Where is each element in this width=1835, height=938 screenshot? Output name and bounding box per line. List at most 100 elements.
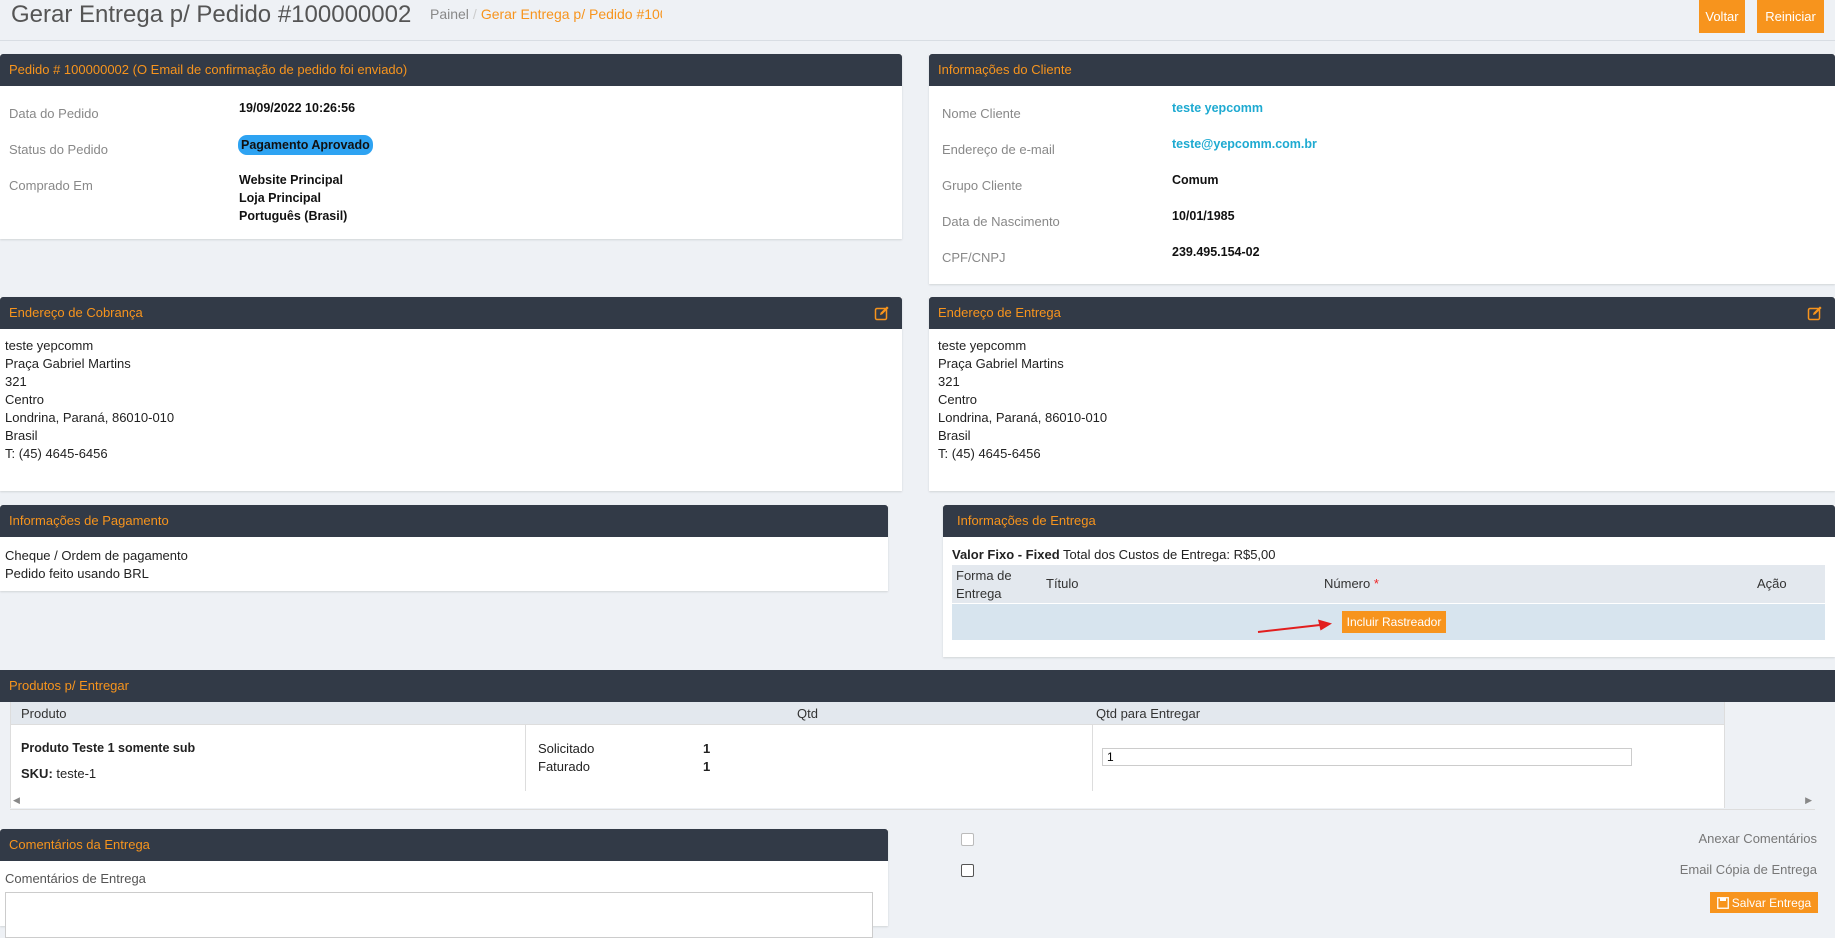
customer-cpf-label: CPF/CNPJ <box>942 250 1006 265</box>
address-line: Brasil <box>5 428 38 443</box>
billing-address-title: Endereço de Cobrança <box>9 305 143 320</box>
address-line: teste yepcomm <box>5 338 94 353</box>
required-mark: * <box>1373 576 1379 591</box>
append-comments-checkbox[interactable] <box>961 833 974 846</box>
address-line: teste yepcomm <box>938 338 1027 353</box>
requested-value: 1 <box>703 741 711 756</box>
save-shipment-label: Salvar Entrega <box>1731 895 1812 910</box>
customer-panel-heading: Informações do Cliente <box>929 54 1835 86</box>
products-table-header: Produto Qtd Qtd para Entregar <box>11 702 1724 725</box>
customer-panel: Informações do Cliente Nome Cliente test… <box>929 54 1835 284</box>
customer-name-link[interactable]: teste yepcomm <box>1172 99 1263 117</box>
address-line: T: (45) 4645-6456 <box>5 446 108 461</box>
col-qty-ship: Qtd para Entregar <box>1096 706 1201 721</box>
billing-address-heading: Endereço de Cobrança <box>0 297 902 329</box>
invoiced-label: Faturado <box>538 759 591 774</box>
order-panel: Pedido # 100000002 (O Email de confirmaç… <box>0 54 902 239</box>
save-shipment-button[interactable]: Salvar Entrega <box>1710 892 1818 913</box>
customer-dob-value: 10/01/1985 <box>1172 209 1235 223</box>
col-product: Produto <box>21 706 67 721</box>
column-divider <box>1092 725 1093 791</box>
address-line: Londrina, Paraná, 86010-010 <box>5 410 175 425</box>
products-heading: Produtos p/ Entregar <box>0 670 1835 702</box>
address-line: Praça Gabriel Martins <box>938 356 1064 371</box>
payment-method-text: Cheque / Ordem de pagamento Pedido feito… <box>5 547 188 583</box>
red-arrow <box>1257 619 1332 633</box>
col-qty: Qtd <box>797 706 818 721</box>
product-name: Produto Teste 1 somente sub <box>21 741 196 755</box>
requested-label: Solicitado <box>538 741 595 756</box>
shipping-method-line: Valor Fixo - Fixed Total dos Custos de E… <box>952 547 1276 562</box>
add-tracker-button[interactable]: Incluir Rastreador <box>1342 611 1446 633</box>
shipping-address-title: Endereço de Entrega <box>938 305 1061 320</box>
sku-value: teste-1 <box>56 766 97 781</box>
payment-panel: Informações de Pagamento Cheque / Ordem … <box>0 505 888 591</box>
col-action: Ação <box>1757 576 1787 591</box>
scroll-right-icon[interactable]: ▶ <box>1805 795 1812 806</box>
customer-dob-label: Data de Nascimento <box>942 214 1060 229</box>
customer-cpf-value: 239.495.154-02 <box>1172 245 1260 259</box>
breadcrumb-home[interactable]: Painel <box>430 6 469 22</box>
customer-name-label: Nome Cliente <box>942 106 1021 121</box>
column-divider <box>525 725 526 791</box>
header-divider <box>0 40 1835 41</box>
address-line: Londrina, Paraná, 86010-010 <box>938 410 1108 425</box>
email-copy-label: Email Cópia de Entrega <box>1679 862 1817 877</box>
shipping-address-panel: Endereço de Entrega teste yepcomm Praça … <box>929 297 1835 491</box>
invoiced-value: 1 <box>703 759 711 774</box>
save-icon <box>1716 896 1729 909</box>
order-date-label: Data do Pedido <box>9 106 99 121</box>
billing-address-panel: Endereço de Cobrança teste yepcomm Praça… <box>0 297 902 491</box>
address-line: 321 <box>5 374 27 389</box>
breadcrumb: Painel/Gerar Entrega p/ Pedido #10000000… <box>430 6 662 22</box>
col-carrier: Forma de Entrega <box>956 568 1012 601</box>
edit-icon[interactable] <box>1807 305 1823 321</box>
breadcrumb-current: Gerar Entrega p/ Pedido #100000002 <box>480 6 662 22</box>
payment-method: Cheque / Ordem de pagamento <box>5 548 188 563</box>
shipping-info-heading: Informações de Entrega <box>943 505 1835 537</box>
order-status-badge: Pagamento Aprovado <box>238 135 373 155</box>
qty-to-ship-input[interactable] <box>1102 748 1632 766</box>
purchased-website: Website Principal <box>239 173 343 187</box>
address-line: Brasil <box>938 428 971 443</box>
table-row: Produto Teste 1 somente sub SKU: teste-1… <box>11 725 1724 791</box>
customer-group-value: Comum <box>1172 173 1219 187</box>
order-panel-heading: Pedido # 100000002 (O Email de confirmaç… <box>0 54 902 86</box>
billing-address-text: teste yepcomm Praça Gabriel Martins 321 … <box>5 337 174 463</box>
purchased-store: Loja Principal <box>239 191 321 205</box>
comments-panel: Comentários da Entrega Comentários de En… <box>0 829 888 938</box>
back-button[interactable]: Voltar <box>1699 0 1745 33</box>
reset-button[interactable]: Reiniciar <box>1757 0 1824 33</box>
shipping-address-heading: Endereço de Entrega <box>929 297 1835 329</box>
col-number-label: Número <box>1324 576 1371 591</box>
comments-heading: Comentários da Entrega <box>0 829 888 861</box>
customer-email-link[interactable]: teste@yepcomm.com.br <box>1172 135 1317 153</box>
scroll-left-icon[interactable]: ◀ <box>13 795 20 806</box>
address-line: Praça Gabriel Martins <box>5 356 131 371</box>
shipping-method: Valor Fixo - Fixed <box>952 547 1060 562</box>
shipping-total: Total dos Custos de Entrega: R$5,00 <box>1063 547 1276 562</box>
email-copy-checkbox[interactable] <box>961 864 974 877</box>
payment-panel-heading: Informações de Pagamento <box>0 505 888 537</box>
customer-group-label: Grupo Cliente <box>942 178 1023 193</box>
append-comments-label: Anexar Comentários <box>1698 831 1818 846</box>
breadcrumb-separator: / <box>472 6 477 22</box>
order-status-label: Status do Pedido <box>9 142 109 157</box>
col-number: Número * <box>1324 576 1379 591</box>
page-title: Gerar Entrega p/ Pedido #100000002 <box>11 1 412 28</box>
purchased-store-view: Português (Brasil) <box>239 209 348 223</box>
products-table: Produto Qtd Qtd para Entregar Produto Te… <box>10 702 1725 808</box>
horizontal-scrollbar[interactable]: ◀ ▶ <box>10 795 1815 810</box>
address-line: Centro <box>938 392 978 407</box>
purchased-from-label: Comprado Em <box>9 178 93 193</box>
address-line: 321 <box>938 374 960 389</box>
product-sku: SKU: teste-1 <box>21 766 96 781</box>
order-date-value: 19/09/2022 10:26:56 <box>239 101 356 115</box>
edit-icon[interactable] <box>874 305 890 321</box>
comments-label: Comentários de Entrega <box>5 871 146 886</box>
products-panel: Produtos p/ Entregar Produto Qtd Qtd par… <box>0 670 1835 810</box>
address-line: T: (45) 4645-6456 <box>938 446 1041 461</box>
comments-textarea[interactable] <box>5 892 873 938</box>
shipping-info-panel: Informações de Entrega Valor Fixo - Fixe… <box>943 505 1835 657</box>
payment-currency: Pedido feito usando BRL <box>5 566 149 581</box>
